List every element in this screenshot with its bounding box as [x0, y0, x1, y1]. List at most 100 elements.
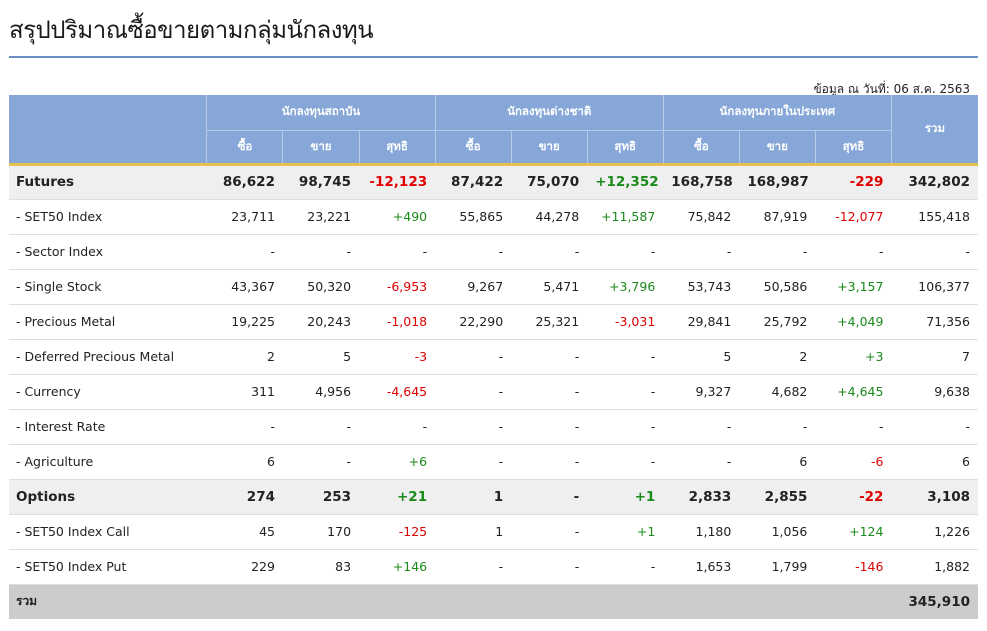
cell-total: 71,356 — [891, 304, 978, 340]
cell-foreign-net: +1 — [587, 514, 664, 550]
cell-foreign-net: +1 — [587, 479, 664, 515]
cell-local-net: +3,157 — [815, 269, 892, 305]
row-label: - SET50 Index — [9, 199, 207, 235]
cell-foreign-buy: 87,422 — [435, 164, 512, 200]
cell-local-sell: 4,682 — [739, 374, 816, 410]
cell-local-buy: - — [663, 444, 740, 480]
subheader-local-net: สุทธิ — [815, 130, 892, 166]
cell-local-buy: 5 — [663, 339, 740, 375]
cell-institutional-net: -6,953 — [359, 269, 436, 305]
cell-institutional-buy: - — [206, 234, 283, 270]
cell-institutional-net: -125 — [359, 514, 436, 550]
header-corner — [9, 95, 208, 166]
cell-institutional-buy: 43,367 — [206, 269, 283, 305]
row-label: - Single Stock — [9, 269, 207, 305]
cell-institutional-buy: 19,225 — [206, 304, 283, 340]
row-label: - SET50 Index Call — [9, 514, 207, 550]
table-row: - SET50 Index 23,711 23,221 +490 55,865 44,27… — [9, 199, 978, 235]
cell-institutional-sell: 253 — [282, 479, 360, 515]
cell-foreign-sell: 75,070 — [511, 164, 588, 200]
cell-local-net: -146 — [815, 549, 892, 585]
cell-local-net: - — [815, 234, 892, 270]
cell-local-buy: 168,758 — [663, 164, 740, 200]
cell-institutional-sell: 170 — [282, 514, 360, 550]
cell-local-net: -229 — [815, 164, 892, 200]
row-label: - Currency — [9, 374, 207, 410]
cell-foreign-sell: - — [511, 234, 588, 270]
cell-institutional-net: -1,018 — [359, 304, 436, 340]
cell-local-net: +3 — [815, 339, 892, 375]
table-row: - Single Stock 43,367 50,320 -6,953 9,267 5,4… — [9, 269, 978, 305]
cell-local-buy: 9,327 — [663, 374, 740, 410]
cell-foreign-net: - — [587, 409, 664, 445]
subheader-institutional-net: สุทธิ — [359, 130, 436, 166]
cell-institutional-net: +146 — [359, 549, 436, 585]
cell-foreign-buy: - — [435, 374, 512, 410]
cell-local-buy: - — [663, 409, 740, 445]
cell-local-sell: - — [739, 234, 816, 270]
cell-foreign-net: - — [587, 444, 664, 480]
cell-local-net: -22 — [815, 479, 892, 515]
cell-total: 342,802 — [891, 164, 978, 200]
cell-institutional-sell: 4,956 — [282, 374, 360, 410]
cell-foreign-buy: 55,865 — [435, 199, 512, 235]
cell-local-buy: 2,833 — [663, 479, 740, 515]
investor-trading-summary-table: นักลงทุนสถาบัน นักลงทุนต่างชาติ นักลงทุน… — [9, 95, 978, 619]
table-row: - Sector Index - - - - - - - - - - — [9, 234, 978, 270]
cell-foreign-sell: - — [511, 549, 588, 585]
cell-foreign-sell: - — [511, 339, 588, 375]
table-row: - Currency 311 4,956 -4,645- - -9,327 4,682 +4,… — [9, 374, 978, 410]
cell-foreign-sell: - — [511, 409, 588, 445]
cell-institutional-sell: - — [282, 409, 360, 445]
cell-local-sell: 6 — [739, 444, 816, 480]
cell-total: 155,418 — [891, 199, 978, 235]
cell-institutional-net: - — [359, 234, 436, 270]
row-label: - Precious Metal — [9, 304, 207, 340]
subheader-foreign-sell: ขาย — [511, 130, 588, 166]
subheader-institutional-buy: ซื้อ — [206, 130, 284, 166]
cell-local-sell: 1,056 — [739, 514, 816, 550]
cell-total: 1,226 — [891, 514, 978, 550]
cell-total: 6 — [891, 444, 978, 480]
cell-total: - — [891, 409, 978, 445]
cell-institutional-sell: 23,221 — [282, 199, 360, 235]
header-local: นักลงทุนภายในประเทศ — [663, 95, 892, 131]
cell-local-buy: 53,743 — [663, 269, 740, 305]
grand-total-row: รวม 345,910 — [9, 584, 978, 619]
cell-institutional-buy: 2 — [206, 339, 283, 375]
cell-local-sell: 50,586 — [739, 269, 816, 305]
cell-institutional-net: -12,123 — [359, 164, 436, 200]
cell-total: 7 — [891, 339, 978, 375]
cell-foreign-net: - — [587, 339, 664, 375]
cell-institutional-sell: 83 — [282, 549, 360, 585]
cell-foreign-sell: 5,471 — [511, 269, 588, 305]
cell-foreign-buy: - — [435, 549, 512, 585]
table-row: - Deferred Precious Metal 2 5 -3- - -5 2 +3 7 — [9, 339, 978, 375]
cell-local-sell: 25,792 — [739, 304, 816, 340]
cell-foreign-net: - — [587, 234, 664, 270]
cell-local-sell: 1,799 — [739, 549, 816, 585]
cell-institutional-sell: 5 — [282, 339, 360, 375]
cell-institutional-net: -4,645 — [359, 374, 436, 410]
table-row: - Agriculture 6- +6- - - -6 -6 6 — [9, 444, 978, 480]
cell-institutional-sell: - — [282, 444, 360, 480]
row-label: - Sector Index — [9, 234, 207, 270]
title-divider — [9, 56, 978, 58]
header-foreign: นักลงทุนต่างชาติ — [435, 95, 664, 131]
cell-total: 9,638 — [891, 374, 978, 410]
cell-foreign-buy: 22,290 — [435, 304, 512, 340]
cell-local-buy: 29,841 — [663, 304, 740, 340]
cell-local-net: - — [815, 409, 892, 445]
cell-total: 1,882 — [891, 549, 978, 585]
cell-institutional-net: - — [359, 409, 436, 445]
subheader-institutional-sell: ขาย — [282, 130, 360, 166]
cell-foreign-buy: - — [435, 444, 512, 480]
cell-foreign-sell: - — [511, 514, 588, 550]
cell-institutional-buy: 86,622 — [206, 164, 283, 200]
cell-foreign-net: - — [587, 374, 664, 410]
cell-institutional-sell: 20,243 — [282, 304, 360, 340]
cell-local-sell: 87,919 — [739, 199, 816, 235]
cell-local-net: -6 — [815, 444, 892, 480]
cell-foreign-net: +3,796 — [587, 269, 664, 305]
cell-local-sell: 2 — [739, 339, 816, 375]
